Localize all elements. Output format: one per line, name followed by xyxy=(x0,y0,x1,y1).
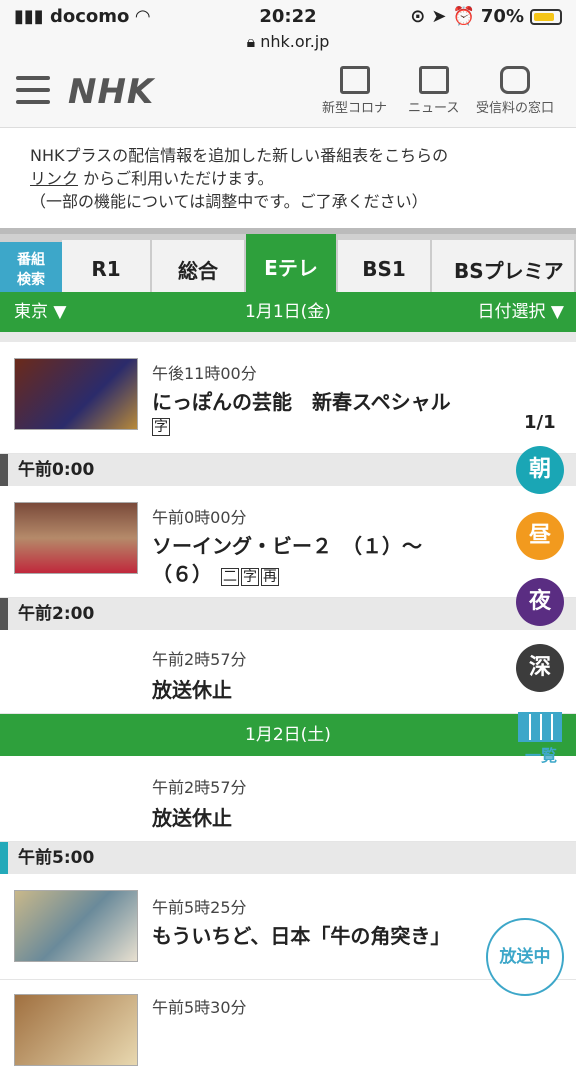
program-row[interactable]: 午前2時57分 放送休止 xyxy=(0,756,576,842)
nhk-logo[interactable]: NHK xyxy=(68,72,154,112)
site-header: NHK 新型コロナ ニュース 受信料の窓口 xyxy=(0,56,576,128)
notice-link[interactable]: リンク xyxy=(30,169,78,188)
program-time: 午前5時25分 xyxy=(152,898,247,917)
news-icon xyxy=(418,66,449,94)
program-thumbnail xyxy=(14,994,138,1066)
alarm-icon: ⏰ xyxy=(452,6,475,27)
bilingual-badge: 二 xyxy=(220,568,239,586)
program-title: 放送休止 xyxy=(152,678,232,702)
header-link-fee[interactable]: 受信料の窓口 xyxy=(476,66,554,116)
program-time: 午前5時30分 xyxy=(152,998,247,1017)
noon-button[interactable]: 昼 xyxy=(516,512,564,560)
lock-rotation-icon: ⊙ xyxy=(410,6,426,27)
lock-icon: 🔒︎ xyxy=(246,32,256,51)
program-row[interactable]: 午後11時00分 にっぽんの芸能 新春スペシャル 字 1/1 xyxy=(0,342,576,454)
corona-icon xyxy=(339,66,370,94)
program-title: にっぽんの芸能 新春スペシャル xyxy=(152,390,451,414)
page-indicator: 1/1 xyxy=(524,412,556,433)
menu-icon[interactable] xyxy=(16,76,50,104)
location-icon: ➤ xyxy=(431,6,447,27)
status-bar: ▮▮▮ docomo ◠ 20:22 ⊙ ➤ ⏰ 70% 🔒︎ nhk.or.jp xyxy=(0,0,576,56)
program-time: 午前2時57分 xyxy=(152,778,247,797)
battery-icon xyxy=(530,8,562,25)
url-bar[interactable]: 🔒︎ nhk.or.jp xyxy=(0,32,576,52)
program-title-cont: （６） xyxy=(152,562,212,586)
date-picker[interactable]: 日付選択 ▼ xyxy=(478,292,564,332)
program-thumbnail xyxy=(14,502,138,574)
subtitle-badge: 字 xyxy=(152,418,170,436)
tab-sogo[interactable]: 総合 xyxy=(152,240,246,298)
program-thumbnail xyxy=(14,358,138,430)
on-air-button[interactable]: 放送中 xyxy=(486,918,564,996)
status-right: ⊙ ➤ ⏰ 70% xyxy=(410,6,562,27)
tab-bs-premium[interactable]: BSプレミア xyxy=(432,240,576,298)
header-link-news[interactable]: ニュース xyxy=(408,66,459,116)
morning-button[interactable]: 朝 xyxy=(516,446,564,494)
program-time: 午前0時00分 xyxy=(152,508,247,527)
header-link-corona[interactable]: 新型コロナ xyxy=(322,66,387,116)
program-row[interactable]: 午前0時00分 ソーイング・ビー２ （１）～ （６） 二字再 xyxy=(0,486,576,598)
program-time: 午後11時00分 xyxy=(152,364,257,383)
tab-etele[interactable]: Eテレ xyxy=(246,234,338,298)
program-time: 午前2時57分 xyxy=(152,650,247,669)
channel-tabs: 番組 検索 R1 総合 Eテレ BS1 BSプレミア xyxy=(0,228,576,298)
rerun-badge: 再 xyxy=(260,568,279,586)
tab-bs1[interactable]: BS1 xyxy=(338,240,432,298)
tab-r1[interactable]: R1 xyxy=(62,240,152,298)
program-title: 放送休止 xyxy=(152,806,232,830)
battery-percent: 70% xyxy=(480,6,524,27)
late-night-button[interactable]: 深 xyxy=(516,644,564,692)
list-button[interactable]: 一覧 xyxy=(518,712,564,765)
notice-text: NHKプラスの配信情報を追加した新しい番組表をこちらの リンク からご利用いただ… xyxy=(30,146,449,211)
time-header: 午前0:00 xyxy=(0,454,576,486)
program-thumbnail xyxy=(14,890,138,962)
date-bar: 東京 ▼ 1月1日(金) 日付選択 ▼ xyxy=(0,292,576,332)
date-divider: 1月2日(土) xyxy=(0,714,576,756)
program-title: もういちど、日本「牛の角突き」 xyxy=(152,924,451,948)
grid-icon xyxy=(518,712,562,742)
program-row[interactable]: 午前5時30分 xyxy=(0,980,576,1066)
night-button[interactable]: 夜 xyxy=(516,578,564,626)
time-header: 午前5:00 xyxy=(0,842,576,874)
subtitle-badge: 字 xyxy=(240,568,259,586)
fee-icon xyxy=(500,66,530,94)
program-row[interactable]: 午前2時57分 放送休止 xyxy=(0,630,576,714)
program-search-tab[interactable]: 番組 検索 xyxy=(0,242,62,298)
time-header: 午前2:00 xyxy=(0,598,576,630)
program-title: ソーイング・ビー２ （１）～ xyxy=(152,534,422,558)
